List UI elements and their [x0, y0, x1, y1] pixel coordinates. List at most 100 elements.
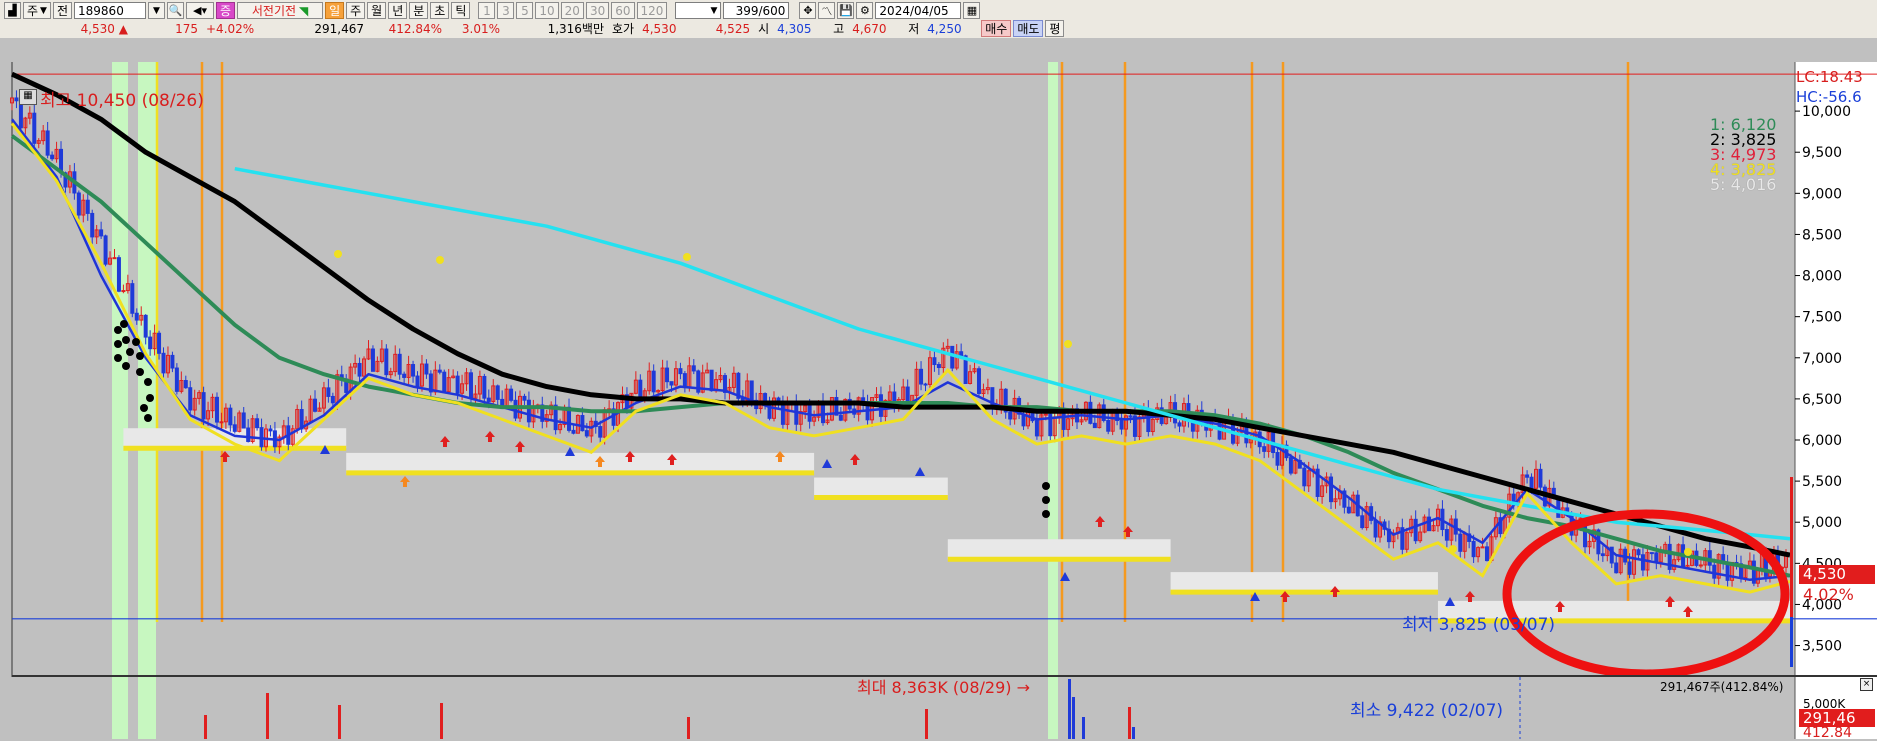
minute-step-20[interactable]: 20	[560, 2, 584, 19]
low-annotation: 최저 3,825 (03/07)	[1402, 615, 1556, 635]
y-tick-label-6: 7,000	[1802, 351, 1842, 367]
date-input[interactable]: 2024/04/05	[875, 2, 962, 19]
gear-icon[interactable]: ⚙	[856, 2, 874, 19]
current-price-box: 4,530	[1799, 565, 1875, 584]
stock-name-display[interactable]: 서전기전 ◥	[237, 2, 324, 19]
black-dot-13	[144, 414, 152, 422]
period-weekly-select[interactable]: 주 ▼	[23, 2, 51, 19]
interval-tab-2[interactable]: 월	[367, 2, 387, 19]
price-chart[interactable]: 10,000 9,500 9,000 8,500 8,000 7,500 7,000 6,50…	[0, 62, 1877, 677]
current-price: 4,530 ▲	[12, 22, 132, 36]
search-icon[interactable]: 🔍	[167, 2, 185, 19]
minute-step-60[interactable]: 60	[611, 2, 635, 19]
indicator-tools-icon[interactable]: ✥	[799, 2, 817, 19]
chart-table-icon[interactable]: ▦	[19, 89, 37, 105]
candle-body	[1600, 553, 1605, 557]
volume-current-label: 291,467주(412.84%)	[1660, 680, 1784, 694]
candle-body	[1627, 561, 1632, 575]
prev-button[interactable]: 전	[52, 2, 73, 19]
calendar-icon[interactable]: ▦	[963, 2, 981, 19]
chart-type-icon[interactable]: ▟	[4, 2, 21, 19]
sound-icon[interactable]: ◀▾	[186, 2, 215, 19]
black-dot-14	[1042, 482, 1050, 490]
candle-body	[14, 97, 19, 102]
candle-body	[1413, 518, 1418, 542]
interval-tab-1[interactable]: 주	[346, 2, 366, 19]
candle-body	[976, 368, 981, 395]
minute-step-120[interactable]: 120	[636, 2, 668, 19]
sell-button[interactable]: 매도	[1013, 20, 1044, 37]
candle-body	[397, 353, 402, 375]
candle-body	[99, 229, 104, 237]
candle-body	[228, 407, 233, 426]
current-pct-box: 4.02%	[1803, 585, 1854, 604]
candle-body	[682, 373, 687, 389]
candle-body	[1649, 552, 1654, 555]
support-zone-3	[947, 539, 1171, 560]
chevron-down-icon[interactable]: ▼	[148, 2, 166, 19]
stock-code-input[interactable]: 189860	[74, 2, 147, 19]
candle-body	[1458, 533, 1463, 552]
signal-dot-4	[1449, 545, 1457, 553]
toolbar-row-1: ▟ 주 ▼ 전 189860 ▼ 🔍 ◀▾ 증 서전기전 ◥ 일주월년분초틱 135…	[4, 1, 981, 20]
black-dot-1	[120, 320, 128, 328]
candle-body	[246, 427, 251, 442]
candle-body	[1698, 564, 1703, 567]
interval-tab-4[interactable]: 분	[409, 2, 429, 19]
y-tick-label-1: 9,500	[1802, 145, 1842, 161]
up-arrow-icon: ▲	[118, 21, 128, 36]
candle-body	[495, 385, 500, 400]
minute-step-5[interactable]: 5	[516, 2, 534, 19]
candle-body	[201, 392, 206, 420]
buy-button[interactable]: 매수	[981, 20, 1012, 37]
minute-step-30[interactable]: 30	[585, 2, 610, 19]
price-change: 175	[175, 21, 198, 36]
interval-tab-5[interactable]: 초	[430, 2, 450, 19]
y-tick-label-2: 9,000	[1802, 186, 1842, 202]
candle-body	[148, 336, 153, 350]
interval-tab-6[interactable]: 틱	[451, 2, 471, 19]
candle-body	[482, 375, 487, 399]
minute-step-1[interactable]: 1	[478, 2, 496, 19]
hc-label: HC:-56.6	[1796, 88, 1862, 106]
interval-tab-3[interactable]: 년	[388, 2, 408, 19]
black-dot-8	[136, 352, 144, 360]
support-zone-1	[346, 452, 815, 473]
turnover: 3.01%	[461, 21, 500, 36]
candle-body	[1712, 564, 1717, 579]
interval-tabs: 일주월년분초틱	[325, 2, 471, 19]
candle-body	[1119, 420, 1124, 430]
candle-body	[1262, 446, 1267, 452]
count-total: /600	[758, 3, 786, 18]
pattern-icon[interactable]: 〽	[818, 2, 836, 19]
minute-step-3[interactable]: 3	[497, 2, 515, 19]
vol-highlight-band-2	[1048, 677, 1058, 739]
minute-step-10[interactable]: 10	[535, 2, 559, 19]
candle-body	[1640, 554, 1645, 571]
y-tick-label-5: 7,500	[1802, 310, 1842, 326]
candle-body	[1008, 411, 1013, 420]
candle-body	[455, 375, 460, 394]
black-dot-15	[1042, 496, 1050, 504]
count-input[interactable]: 399/600	[723, 2, 790, 19]
candle-body	[161, 352, 166, 374]
black-dot-0	[114, 326, 122, 334]
eval-button[interactable]: 평	[1045, 20, 1065, 37]
save-icon[interactable]: 💾	[837, 2, 855, 19]
candle-body	[50, 154, 55, 160]
highlight-band-2	[1048, 62, 1058, 677]
candle-body	[1471, 540, 1476, 558]
candle-body	[268, 428, 273, 432]
open-price: 4,305	[777, 21, 812, 36]
step-select[interactable]: ▼	[675, 2, 722, 19]
volume-panel-close-icon[interactable]: ×	[1860, 678, 1873, 691]
volume-bar-9	[1128, 707, 1131, 739]
candle-body	[85, 199, 90, 214]
candle-body	[919, 368, 924, 385]
candle-body	[255, 418, 260, 429]
trading-amount: 1,316백만	[547, 22, 604, 36]
candle-body	[313, 398, 318, 412]
interval-tab-0[interactable]: 일	[325, 2, 345, 19]
candle-body	[143, 314, 148, 338]
candle-body	[326, 387, 331, 397]
